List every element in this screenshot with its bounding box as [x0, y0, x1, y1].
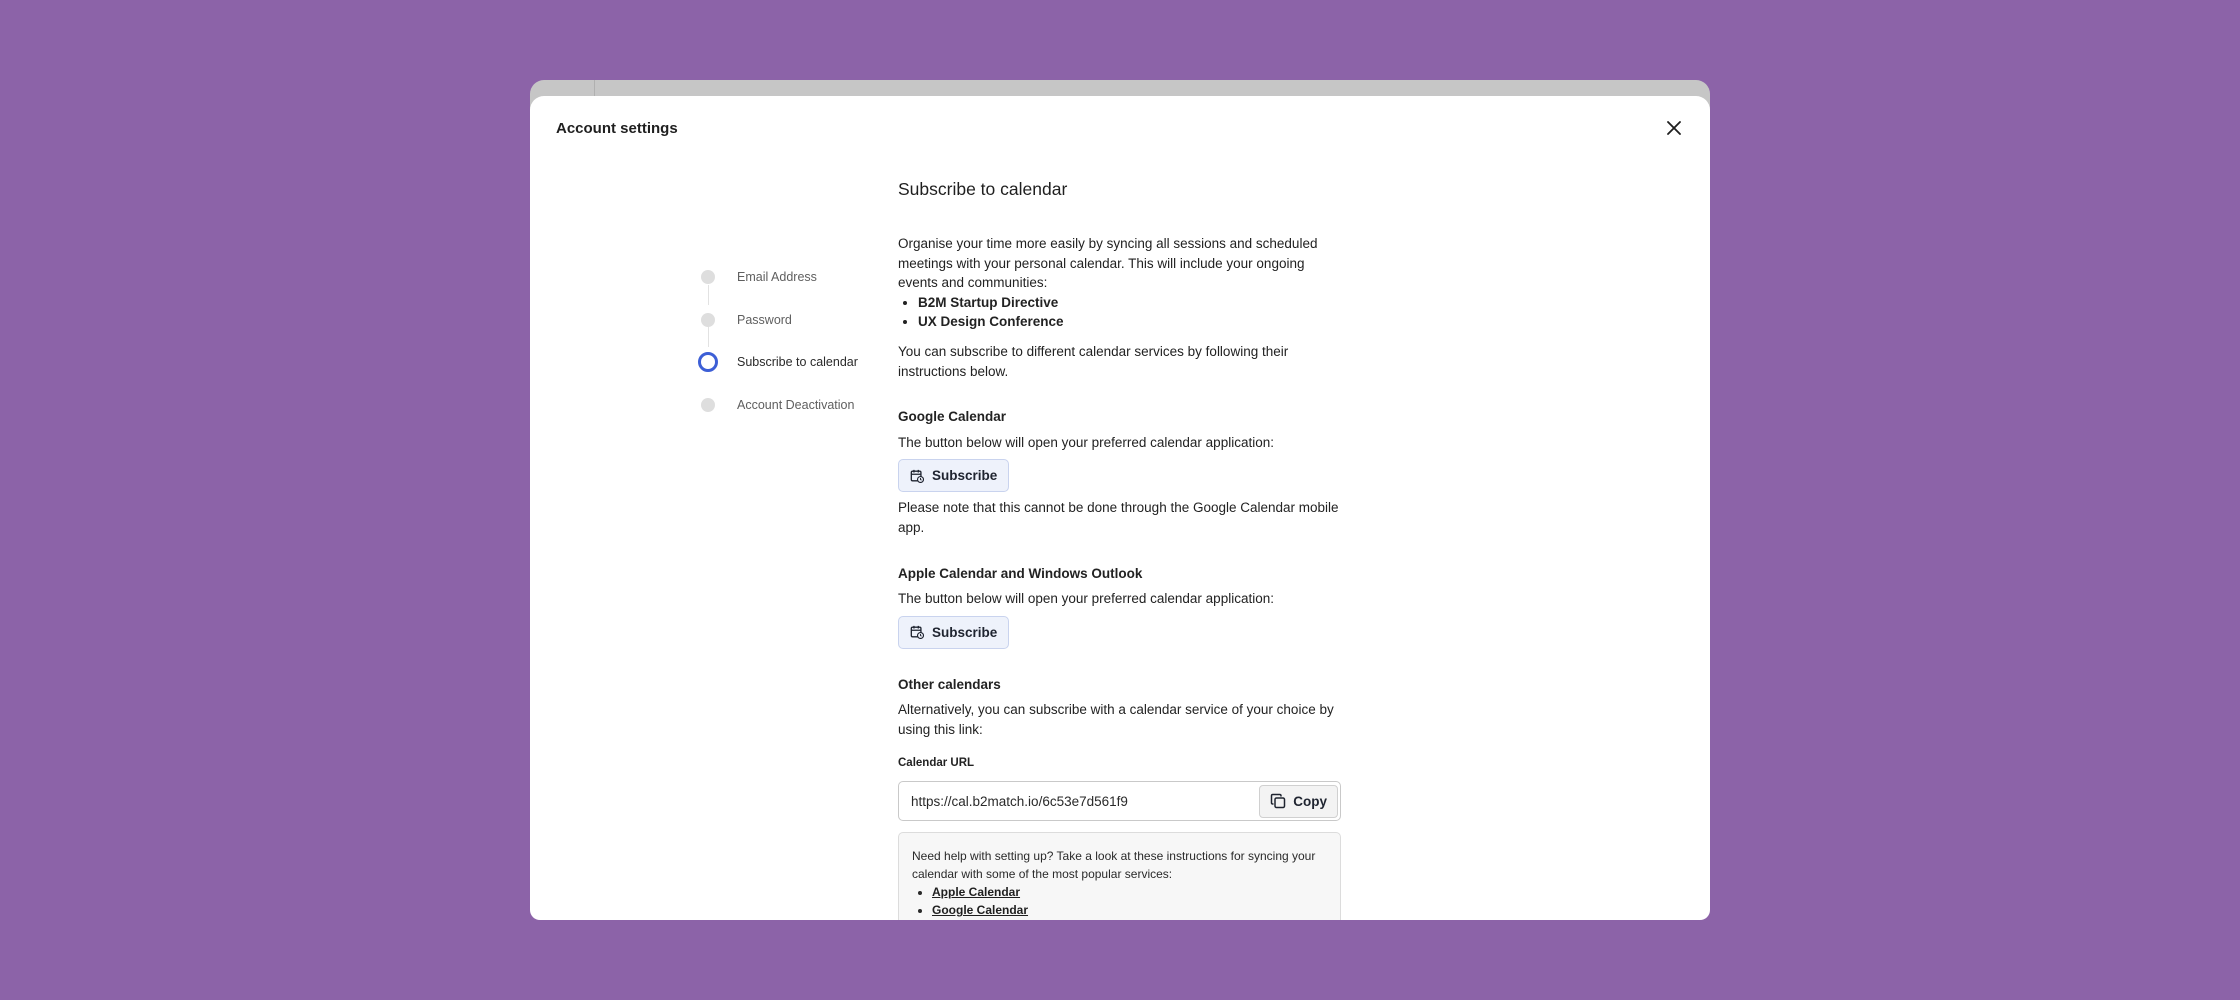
modal-title: Account settings: [556, 120, 678, 137]
step-dot-active: [698, 352, 718, 373]
copy-icon: [1271, 793, 1286, 809]
step-dot: [701, 312, 715, 327]
list-item: Apple Calendar: [932, 883, 1327, 901]
apple-calendar-title: Apple Calendar and Windows Outlook: [898, 565, 1143, 581]
other-calendars-title: Other calendars: [898, 676, 1001, 692]
page-title: Subscribe to calendar: [898, 179, 1068, 199]
step-dot: [701, 397, 715, 412]
list-item: B2M Startup Directive: [918, 293, 1343, 313]
calendar-url-field: Copy: [898, 781, 1341, 822]
google-calendar-desc: The button below will open your preferre…: [898, 434, 1274, 450]
help-box: Need help with setting up? Take a look a…: [898, 832, 1341, 920]
help-links-list: Apple Calendar Google Calendar: [932, 883, 1327, 919]
step-label: Password: [737, 312, 792, 327]
calendar-url-input[interactable]: [911, 793, 1251, 809]
intro-text: Organise your time more easily by syncin…: [898, 236, 1318, 291]
calendar-url-label: Calendar URL: [898, 756, 975, 769]
step-label: Account Deactivation: [737, 397, 855, 412]
google-calendar-note: Please note that this cannot be done thr…: [898, 500, 1339, 535]
subscribe-button-label: Subscribe: [932, 624, 998, 640]
close-button[interactable]: [1660, 114, 1688, 142]
list-item: UX Design Conference: [918, 312, 1343, 332]
google-calendar-title: Google Calendar: [898, 409, 1007, 425]
google-calendar-link[interactable]: Google Calendar: [932, 903, 1028, 917]
step-subscribe-to-calendar[interactable]: Subscribe to calendar: [698, 327, 858, 384]
apple-subscribe-button[interactable]: Subscribe: [898, 615, 1010, 649]
close-icon: [1667, 121, 1681, 135]
copy-button-label: Copy: [1293, 793, 1327, 809]
step-dot: [701, 270, 715, 285]
subscribe-content: Subscribe to calendar Organise your time…: [898, 178, 1343, 920]
help-text: Need help with setting up? Take a look a…: [912, 849, 1316, 882]
google-subscribe-button[interactable]: Subscribe: [898, 459, 1010, 493]
step-label: Email Address: [737, 270, 817, 285]
copy-button[interactable]: Copy: [1259, 784, 1338, 818]
step-connector: [707, 327, 709, 347]
step-connector: [707, 284, 709, 305]
calendar-sync-icon: [910, 469, 924, 483]
other-calendars-desc: Alternatively, you can subscribe with a …: [898, 702, 1334, 737]
step-label: Subscribe to calendar: [737, 355, 858, 370]
step-email-address[interactable]: Email Address: [698, 256, 858, 299]
step-account-deactivation[interactable]: Account Deactivation: [698, 384, 858, 427]
list-item: Google Calendar: [932, 901, 1327, 919]
events-list: B2M Startup Directive UX Design Conferen…: [918, 293, 1343, 332]
apple-calendar-link[interactable]: Apple Calendar: [932, 885, 1020, 899]
account-settings-modal: Account settings Email Address Password …: [530, 96, 1710, 920]
intro-text-2: You can subscribe to different calendar …: [898, 343, 1289, 379]
subscribe-button-label: Subscribe: [932, 468, 998, 484]
apple-calendar-desc: The button below will open your preferre…: [898, 591, 1274, 607]
settings-stepper: Email Address Password Subscribe to cale…: [698, 256, 858, 426]
step-password[interactable]: Password: [698, 284, 858, 342]
calendar-sync-icon: [910, 626, 924, 640]
